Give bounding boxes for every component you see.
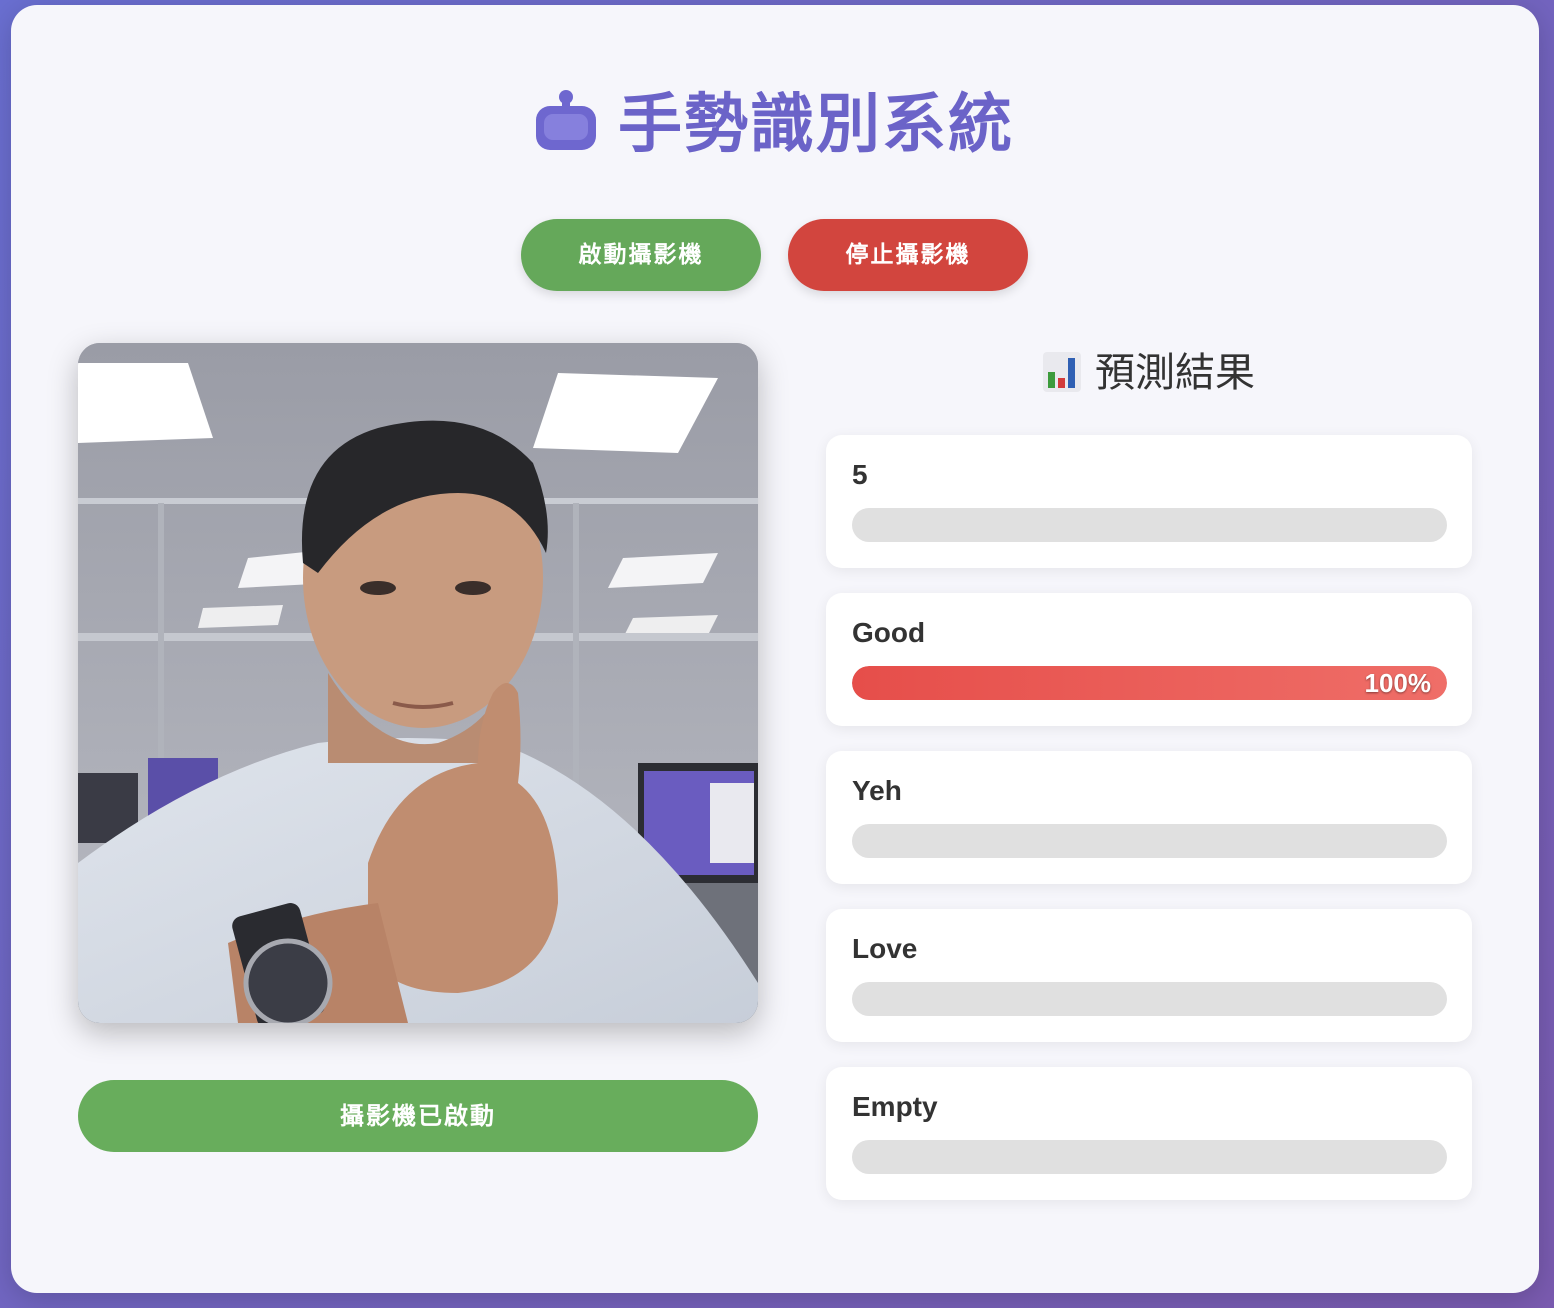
- camera-frame: [78, 343, 758, 1023]
- prediction-bar-track: 100%: [852, 666, 1447, 700]
- prediction-label: Love: [852, 933, 918, 964]
- prediction-label: Empty: [852, 1091, 938, 1122]
- prediction-bar-fill: [852, 666, 1447, 700]
- predictions-heading: 預測結果: [826, 343, 1472, 403]
- prediction-percent: 100%: [1364, 668, 1432, 698]
- camera-feed: [78, 343, 758, 1023]
- prediction-bar-track: [852, 508, 1447, 542]
- prediction-bar-track: [852, 824, 1447, 858]
- page-title-row: 手勢識別系統: [11, 83, 1539, 167]
- prediction-label: Good: [852, 617, 926, 648]
- start-camera-button[interactable]: 啟動攝影機: [521, 219, 761, 291]
- prediction-label: Yeh: [852, 775, 902, 806]
- prediction-label: 5: [852, 459, 868, 490]
- stop-camera-button[interactable]: 停止攝影機: [788, 219, 1028, 291]
- camera-status: 攝影機已啟動: [78, 1080, 758, 1152]
- prediction-item: 5: [826, 435, 1472, 568]
- prediction-item: Love: [826, 909, 1472, 1042]
- prediction-item: Empty: [826, 1067, 1472, 1200]
- bar-chart-icon: [1043, 352, 1081, 392]
- main-card: 手勢識別系統 啟動攝影機 停止攝影機 攝影機已啟動 預測結果 5 Good 10…: [11, 5, 1539, 1293]
- prediction-bar-track: [852, 1140, 1447, 1174]
- predictions-title: 預測結果: [1095, 350, 1255, 396]
- prediction-bar-track: [852, 982, 1447, 1016]
- prediction-item: Good 100%: [826, 593, 1472, 726]
- prediction-item: Yeh: [826, 751, 1472, 884]
- robot-icon: [536, 90, 596, 154]
- page-title: 手勢識別系統: [618, 88, 1014, 162]
